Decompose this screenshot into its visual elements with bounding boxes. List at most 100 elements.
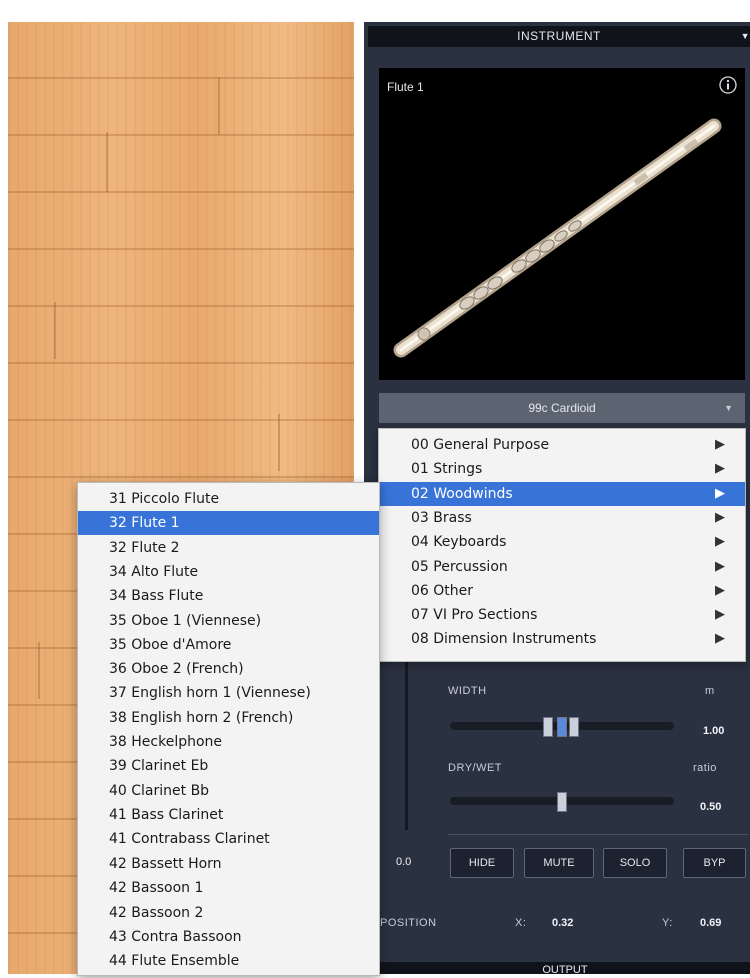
list-item[interactable]: 42 Bassett Horn <box>78 852 379 876</box>
divider <box>448 834 748 835</box>
list-item[interactable]: 31 Piccolo Flute <box>78 487 379 511</box>
menu-item-label: 42 Bassett Horn <box>109 856 222 872</box>
menu-item-label: 42 Bassoon 2 <box>109 905 204 921</box>
volume-fader-track[interactable] <box>405 660 408 830</box>
menu-item-strings[interactable]: 01 Strings ▶ <box>379 457 745 481</box>
list-item[interactable]: 41 Contrabass Clarinet <box>78 827 379 851</box>
drywet-slider-handle[interactable] <box>557 792 567 812</box>
list-item[interactable]: 38 English horn 2 (French) <box>78 706 379 730</box>
menu-item-brass[interactable]: 03 Brass ▶ <box>379 506 745 530</box>
menu-item-label: 06 Other <box>411 583 474 599</box>
menu-item-label: 36 Oboe 2 (French) <box>109 661 244 677</box>
menu-item-label: 05 Percussion <box>411 559 508 575</box>
chevron-down-icon[interactable]: ▼ <box>741 26 750 47</box>
menu-item-other[interactable]: 06 Other ▶ <box>379 579 745 603</box>
list-item[interactable]: 32 Flute 1 <box>78 511 379 535</box>
plank-seam <box>218 77 220 135</box>
menu-item-label: 43 Contra Bassoon <box>109 929 242 945</box>
menu-item-label: 08 Dimension Instruments <box>411 631 597 647</box>
menu-item-label: 32 Flute 1 <box>109 515 180 531</box>
menu-item-percussion[interactable]: 05 Percussion ▶ <box>379 555 745 579</box>
list-item[interactable]: 36 Oboe 2 (French) <box>78 657 379 681</box>
menu-item-label: 42 Bassoon 1 <box>109 880 204 896</box>
menu-item-general-purpose[interactable]: 00 General Purpose ▶ <box>379 433 745 457</box>
list-item[interactable]: 34 Alto Flute <box>78 560 379 584</box>
menu-item-label: 02 Woodwinds <box>411 486 513 502</box>
menu-item-label: 00 General Purpose <box>411 437 550 453</box>
menu-item-label: 03 Brass <box>411 510 472 526</box>
plank-seam <box>54 302 56 359</box>
menu-item-label: 38 English horn 2 (French) <box>109 710 294 726</box>
menu-item-label: 01 Strings <box>411 461 483 477</box>
solo-button[interactable]: SOLO <box>603 848 667 878</box>
menu-item-label: 35 Oboe d'Amore <box>109 637 232 653</box>
menu-item-label: 07 VI Pro Sections <box>411 607 538 623</box>
width-label: WIDTH <box>448 685 487 697</box>
width-value: 1.00 <box>703 725 725 737</box>
menu-item-label: 31 Piccolo Flute <box>109 491 220 507</box>
list-item[interactable]: 40 Clarinet Bb <box>78 779 379 803</box>
bypass-button[interactable]: BYP <box>683 848 746 878</box>
triangle-right-icon: ▶ <box>715 607 725 622</box>
instrument-preview: Flute 1 <box>379 68 745 380</box>
instrument-header-label: INSTRUMENT <box>517 29 601 43</box>
list-item[interactable]: 37 English horn 1 (Viennese) <box>78 681 379 705</box>
list-item[interactable]: 42 Bassoon 2 <box>78 901 379 925</box>
triangle-right-icon: ▶ <box>715 486 725 501</box>
position-x-label: X: <box>515 917 527 929</box>
triangle-right-icon: ▶ <box>715 583 725 598</box>
instrument-header: INSTRUMENT ▼ <box>368 26 750 47</box>
menu-item-label: 38 Heckelphone <box>109 734 223 750</box>
width-slider-handle-left[interactable] <box>543 717 553 737</box>
drywet-value: 0.50 <box>700 801 722 813</box>
list-item[interactable]: 38 Heckelphone <box>78 730 379 754</box>
menu-item-label: 32 Flute 2 <box>109 540 180 556</box>
category-menu: 00 General Purpose ▶ 01 Strings ▶ 02 Woo… <box>378 428 746 662</box>
menu-item-label: 35 Oboe 1 (Viennese) <box>109 613 262 629</box>
width-slider-handle-right[interactable] <box>569 717 579 737</box>
triangle-right-icon: ▶ <box>715 534 725 549</box>
menu-item-label: 44 Flute Ensemble <box>109 953 240 969</box>
chevron-down-icon: ▼ <box>724 403 733 413</box>
menu-item-label: 41 Bass Clarinet <box>109 807 224 823</box>
mic-select-label: 99c Cardioid <box>528 401 596 415</box>
menu-item-woodwinds[interactable]: 02 Woodwinds ▶ <box>379 482 745 506</box>
drywet-unit: ratio <box>693 762 717 774</box>
list-item[interactable]: 41 Bass Clarinet <box>78 803 379 827</box>
list-item[interactable]: 43 Contra Bassoon <box>78 925 379 949</box>
hide-button[interactable]: HIDE <box>450 848 514 878</box>
menu-item-label: 04 Keyboards <box>411 534 507 550</box>
list-item[interactable]: 35 Oboe d'Amore <box>78 633 379 657</box>
output-label: OUTPUT <box>542 964 588 976</box>
menu-item-label: 34 Alto Flute <box>109 564 199 580</box>
position-y-value[interactable]: 0.69 <box>700 917 721 929</box>
position-y-label: Y: <box>662 917 673 929</box>
position-label: POSITION <box>380 917 437 929</box>
mute-button[interactable]: MUTE <box>524 848 594 878</box>
fader-value: 0.0 <box>396 856 412 868</box>
triangle-right-icon: ▶ <box>715 461 725 476</box>
mic-select[interactable]: 99c Cardioid ▼ <box>379 393 745 423</box>
plank-seam <box>106 132 108 192</box>
list-item[interactable]: 35 Oboe 1 (Viennese) <box>78 609 379 633</box>
drywet-label: DRY/WET <box>448 762 503 774</box>
menu-item-label: 41 Contrabass Clarinet <box>109 831 270 847</box>
menu-item-label: 37 English horn 1 (Viennese) <box>109 685 311 701</box>
instrument-submenu: 31 Piccolo Flute 32 Flute 1 32 Flute 2 3… <box>77 482 380 976</box>
top-strip <box>0 0 750 22</box>
list-item[interactable]: 34 Bass Flute <box>78 584 379 608</box>
triangle-right-icon: ▶ <box>715 631 725 646</box>
list-item[interactable]: 44 Flute Ensemble <box>78 949 379 973</box>
list-item[interactable]: 32 Flute 2 <box>78 536 379 560</box>
flute-image <box>393 118 722 358</box>
list-item[interactable]: 42 Bassoon 1 <box>78 876 379 900</box>
menu-item-keyboards[interactable]: 04 Keyboards ▶ <box>379 530 745 554</box>
triangle-right-icon: ▶ <box>715 559 725 574</box>
menu-item-dimension-instruments[interactable]: 08 Dimension Instruments ▶ <box>379 627 745 651</box>
list-item[interactable]: 39 Clarinet Eb <box>78 754 379 778</box>
plank-seam <box>278 414 280 471</box>
width-slider-center[interactable] <box>557 717 567 737</box>
plank-seam <box>38 642 40 699</box>
position-x-value[interactable]: 0.32 <box>552 917 573 929</box>
menu-item-vi-pro-sections[interactable]: 07 VI Pro Sections ▶ <box>379 603 745 627</box>
